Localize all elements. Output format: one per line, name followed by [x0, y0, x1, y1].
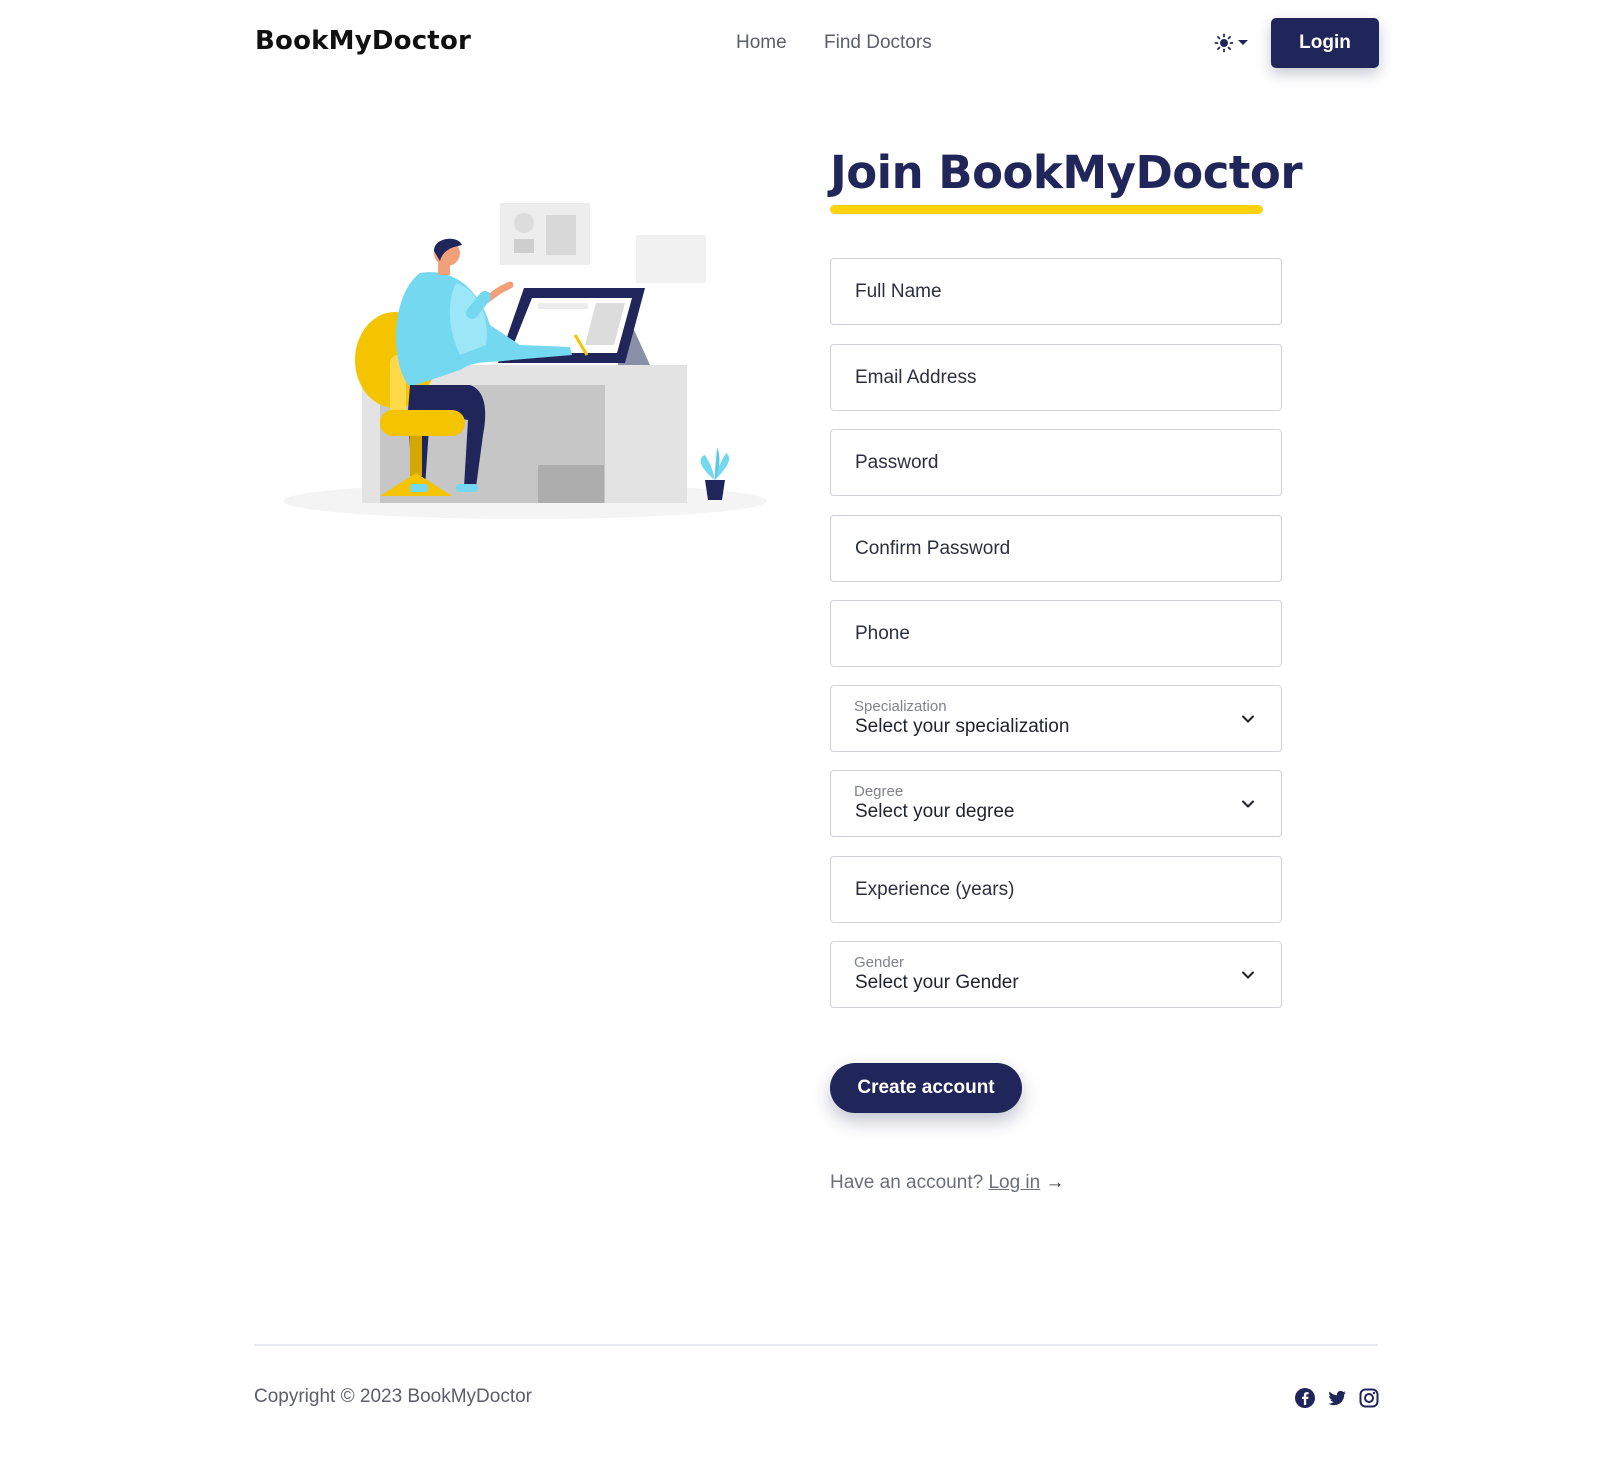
- full-name-field[interactable]: Full Name: [830, 258, 1282, 325]
- page-title: Join BookMyDoctor: [830, 146, 1303, 199]
- gender-select[interactable]: Gender Select your Gender: [830, 941, 1282, 1008]
- chevron-down-icon: [1242, 800, 1254, 808]
- title-underline: [830, 205, 1263, 214]
- caret-down-icon: [1238, 40, 1248, 45]
- specialization-value: Select your specialization: [855, 716, 1070, 737]
- password-field[interactable]: Password: [830, 429, 1282, 496]
- chevron-down-icon: [1242, 715, 1254, 723]
- chevron-down-icon: [1242, 971, 1254, 979]
- brand-logo[interactable]: BookMyDoctor: [255, 26, 471, 56]
- nav-find-doctors[interactable]: Find Doctors: [824, 32, 932, 54]
- specialization-label: Specialization: [854, 698, 947, 715]
- password-placeholder: Password: [855, 452, 939, 473]
- phone-placeholder: Phone: [855, 623, 910, 644]
- footer-divider: [254, 1344, 1378, 1346]
- copyright-text: Copyright © 2023 BookMyDoctor: [254, 1386, 533, 1407]
- desk-illustration: [283, 203, 767, 519]
- login-link[interactable]: Log in: [988, 1172, 1040, 1193]
- degree-label: Degree: [854, 783, 904, 800]
- email-placeholder: Email Address: [855, 367, 977, 388]
- theme-toggle[interactable]: [1214, 30, 1252, 56]
- experience-field[interactable]: Experience (years): [830, 856, 1282, 923]
- confirm-password-field[interactable]: Confirm Password: [830, 515, 1282, 582]
- instagram-icon[interactable]: [1358, 1387, 1380, 1409]
- have-account-text: Have an account? Log in →: [830, 1172, 1065, 1194]
- degree-select[interactable]: Degree Select your degree: [830, 770, 1282, 837]
- phone-field[interactable]: Phone: [830, 600, 1282, 667]
- nav-home[interactable]: Home: [736, 32, 787, 54]
- confirm-password-placeholder: Confirm Password: [855, 538, 1011, 559]
- specialization-select[interactable]: Specialization Select your specializatio…: [830, 685, 1282, 752]
- arrow-right-icon: →: [1045, 1172, 1065, 1193]
- twitter-icon[interactable]: [1326, 1387, 1348, 1409]
- full-name-placeholder: Full Name: [855, 281, 942, 302]
- create-account-button[interactable]: Create account: [830, 1063, 1022, 1113]
- sun-icon: [1214, 33, 1234, 53]
- degree-value: Select your degree: [855, 801, 1015, 822]
- email-field[interactable]: Email Address: [830, 344, 1282, 411]
- facebook-icon[interactable]: [1294, 1387, 1316, 1409]
- gender-value: Select your Gender: [855, 972, 1019, 993]
- gender-label: Gender: [854, 954, 905, 971]
- login-button[interactable]: Login: [1271, 18, 1379, 68]
- experience-placeholder: Experience (years): [855, 879, 1015, 900]
- have-account-label: Have an account?: [830, 1172, 984, 1193]
